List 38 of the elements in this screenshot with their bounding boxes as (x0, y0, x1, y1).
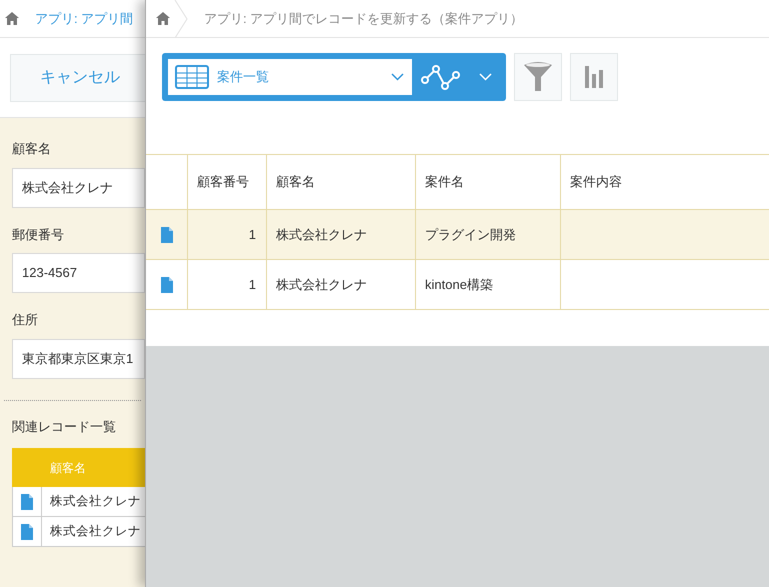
table-cell-text: 株式会社クレナ (276, 276, 367, 294)
table-row[interactable]: 1 株式会社クレナ kintone構築 (146, 259, 769, 309)
column-header: 顧客名 (49, 460, 86, 476)
chevron-down-icon (391, 73, 404, 81)
input-field[interactable]: 株式会社クレナ (12, 168, 145, 208)
chevron-down-icon (478, 73, 492, 81)
bar-chart-icon (585, 66, 603, 88)
table-cell-text: プラグイン開発 (425, 226, 516, 244)
table-cell-text: 株式会社クレナ (49, 523, 141, 540)
field-label: 住所 (12, 311, 39, 329)
document-icon[interactable] (21, 524, 33, 540)
view-name: 案件一覧 (217, 68, 270, 86)
field-label: 顧客名 (12, 140, 52, 158)
input-field[interactable]: 123-4567 (12, 253, 145, 293)
line-chart-icon[interactable] (420, 64, 460, 90)
input-field[interactable]: 東京都東京区東京1 (12, 338, 145, 378)
table-row[interactable]: 1 株式会社クレナ プラグイン開発 (146, 209, 769, 259)
home-icon[interactable] (156, 12, 170, 25)
column-header: 顧客名 (276, 173, 315, 192)
filter-button[interactable] (514, 53, 562, 101)
table-icon (175, 65, 209, 89)
breadcrumb-link[interactable]: アプリ: アプリ間でレコードを更新する（案件アプリ） (204, 8, 524, 28)
filter-icon (523, 61, 553, 93)
column-header: 案件名 (425, 173, 464, 192)
home-icon[interactable] (5, 12, 19, 25)
column-header: 案件内容 (570, 173, 622, 192)
table-cell-text: kintone構築 (425, 276, 493, 294)
table-cell-text: 株式会社クレナ (49, 493, 141, 510)
table-cell-text: 株式会社クレナ (276, 226, 367, 244)
document-icon[interactable] (21, 494, 33, 510)
graph-button[interactable] (570, 53, 618, 101)
table-cell-text: 1 (248, 226, 256, 244)
section-title: 関連レコード一覧 (11, 418, 117, 436)
column-header: 顧客番号 (197, 173, 249, 192)
field-label: 郵便番号 (12, 226, 65, 244)
document-icon[interactable] (160, 276, 172, 292)
document-icon[interactable] (160, 226, 172, 242)
table-cell-text: 1 (248, 276, 256, 294)
